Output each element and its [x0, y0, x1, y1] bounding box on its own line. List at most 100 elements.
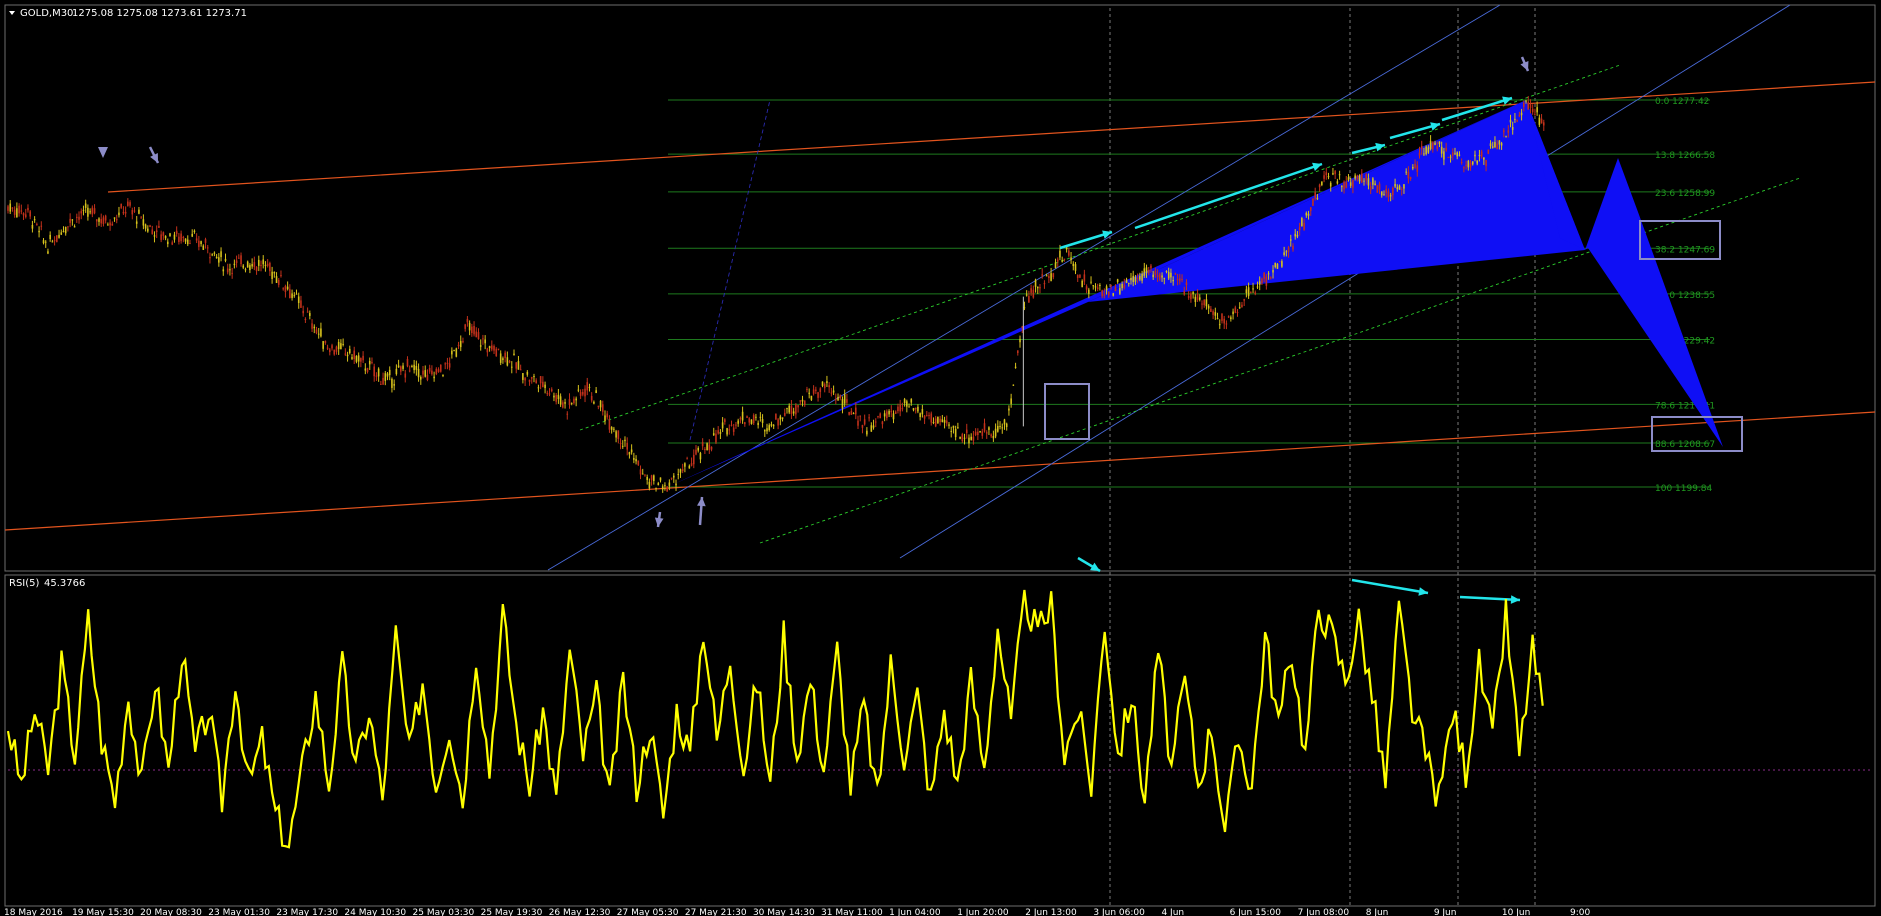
candle-body [1485, 160, 1487, 167]
candle-body [1456, 152, 1459, 157]
candle-body [131, 209, 134, 215]
candle-body [815, 389, 817, 391]
candle-body [1008, 408, 1010, 411]
candle-body [1292, 245, 1294, 250]
candle-body [1321, 181, 1323, 185]
candle-body [952, 425, 955, 428]
candle-body [1365, 174, 1368, 181]
candle-body [633, 458, 635, 460]
candle-body [499, 353, 502, 363]
candle-body [1518, 115, 1521, 117]
candle-body [919, 413, 921, 417]
candle-body [994, 428, 997, 437]
candle-body [1274, 262, 1277, 267]
x-tick-label: 27 May 21:30 [685, 908, 747, 916]
candle-body [1030, 288, 1032, 293]
candle-body [502, 358, 504, 361]
candle-body [515, 362, 518, 369]
candle-body [1065, 247, 1068, 250]
candle-body [1039, 287, 1041, 289]
candle-body [1174, 273, 1177, 275]
candle-body [1334, 171, 1336, 175]
candle-body [752, 415, 755, 424]
candle-body [835, 399, 837, 401]
candle-body [912, 408, 915, 411]
candle-body [209, 257, 211, 259]
candle-body [100, 219, 103, 224]
candle-body [1183, 291, 1186, 295]
candle-body [51, 241, 54, 243]
candle-body [526, 371, 529, 375]
candle-body [968, 437, 970, 444]
candle-body [557, 394, 560, 400]
candle-body [877, 416, 879, 418]
candle-body [681, 469, 684, 471]
candle-body [215, 256, 218, 259]
candle-body [823, 384, 826, 389]
candle-body [393, 384, 395, 386]
candle-body [238, 257, 240, 259]
candle-body [934, 418, 937, 427]
candle-body [854, 407, 857, 415]
candle-body [688, 465, 691, 469]
candle-body [588, 386, 591, 388]
x-tick-label: 31 May 11:00 [821, 908, 883, 916]
candle-body [923, 415, 926, 419]
candle-body [1354, 175, 1356, 179]
candle-body [801, 399, 804, 402]
candle-body [104, 215, 107, 221]
candle-body [510, 366, 513, 368]
fib-level-label: 38.2 1247.69 [1655, 245, 1715, 255]
candle-body [792, 411, 795, 414]
candle-body [741, 411, 744, 421]
candle-body [368, 360, 371, 365]
candle-body [91, 207, 94, 215]
candle-body [1258, 281, 1261, 285]
candle-body [1458, 154, 1461, 156]
candle-body [382, 377, 384, 385]
candle-body [1130, 277, 1132, 281]
candle-body [1167, 271, 1170, 279]
candle-body [1332, 173, 1334, 175]
candle-body [781, 417, 784, 419]
candle-body [27, 207, 29, 211]
candle-body [475, 331, 478, 338]
x-tick-label: 6 Jun 15:00 [1230, 908, 1282, 916]
candle-body [646, 477, 648, 480]
candle-body [31, 224, 34, 229]
candle-body [84, 203, 87, 208]
candle-body [444, 363, 447, 365]
candle-body [1449, 156, 1452, 158]
candle-body [803, 400, 806, 406]
candle-body [1172, 280, 1174, 282]
candle-body [868, 417, 870, 419]
candle-body [60, 232, 63, 235]
candle-body [1531, 108, 1534, 113]
candle-body [1483, 157, 1485, 160]
candle-body [1460, 161, 1463, 163]
candle-body [1318, 184, 1321, 188]
candle-body [484, 339, 486, 344]
candle-body [1298, 227, 1301, 231]
candle-body [977, 431, 979, 436]
trading-chart[interactable]: 0.0 1277.42 13.8 1266.58 23.6 1258.99 38.2 … [0, 0, 1881, 916]
candle-body [224, 258, 227, 261]
fib-level-label: 13.8 1266.58 [1655, 151, 1715, 161]
candle-body [1336, 181, 1339, 184]
candle-body [666, 486, 668, 492]
x-tick-label: 19 May 15:30 [72, 908, 134, 916]
candle-body [757, 422, 759, 426]
candle-body [411, 365, 413, 368]
candle-body [1329, 182, 1332, 187]
candle-body [257, 259, 260, 266]
x-tick-label: 9:00 [1570, 908, 1590, 916]
candle-body [777, 419, 779, 426]
candle-body [18, 205, 20, 214]
candle-body [9, 203, 12, 212]
candle-body [82, 209, 85, 211]
candle-body [988, 427, 990, 430]
candle-body [1414, 163, 1416, 168]
candle-body [1034, 279, 1037, 287]
candle-body [1352, 180, 1354, 188]
candle-body [852, 413, 855, 415]
